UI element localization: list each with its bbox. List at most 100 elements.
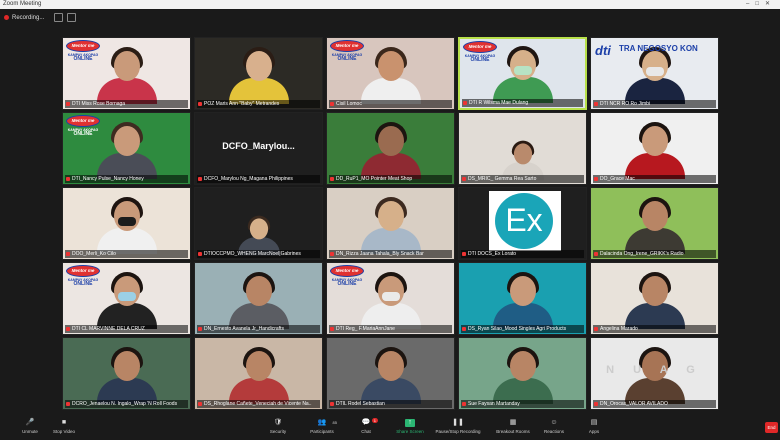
participant-name-text: DTI NCR RO Ro Jimbi — [600, 101, 651, 107]
participant-name-text: DN_Orocas_VALOR AVILADO — [600, 401, 668, 407]
participant-tile[interactable]: Ex DTI DOCS_Ex Lorato — [458, 187, 587, 260]
participant-name-text: DTIOCCPMO_WHENG MarcNoel|Gabrines — [204, 251, 301, 257]
apps-button[interactable]: ▤ Apps — [568, 418, 620, 439]
mentor-me-logo: Mentor me KAMPAY AKOPAG ONLINE — [330, 40, 364, 64]
muted-mic-icon — [66, 402, 70, 406]
participant-tile[interactable]: DD_RuP1_MO Pointer Meat Shop — [326, 112, 455, 185]
logo-brand: Mentor me — [66, 40, 100, 52]
participant-name-text: DTI Reg_ F.MariaAnnJane — [336, 326, 395, 332]
participant-tile[interactable]: Mentor me KAMPAY AKOPAG ONLINE DTI Miss Ros… — [62, 37, 191, 110]
close-icon[interactable]: ✕ — [765, 1, 776, 7]
logo-line2: ONLINE — [73, 281, 93, 287]
participant-name: DS_Ryan Silao_Mood Singles Agri Products — [461, 325, 584, 333]
stop-video-label: Stop Video — [53, 429, 75, 434]
share-screen-button[interactable]: ↑ Share Screen — [384, 418, 436, 439]
participant-video — [95, 116, 159, 184]
participant-name: Cisil Lomoc — [329, 100, 452, 108]
window-title: Zoom Meeting — [3, 1, 42, 7]
participant-video — [359, 191, 423, 259]
muted-mic-icon — [594, 102, 598, 106]
participant-tile[interactable]: Mentor me KAMPAY AKOPAG ONLINE DTI_Nancy Pu… — [62, 112, 191, 185]
participant-name-text: DTI_Nancy Pulse_Nancy Honey — [72, 176, 144, 182]
participant-video — [359, 116, 423, 184]
maximize-icon[interactable]: □ — [755, 1, 765, 7]
recording-label: Recording... — [12, 14, 45, 21]
logo-line2: ONLINE — [337, 56, 357, 62]
logo-brand: Mentor me — [66, 115, 100, 127]
participant-name: DTI CL MARVINNE DELA CRUZ — [65, 325, 188, 333]
participant-tile[interactable]: DN_Ernesto Avanela Jr_Handicrafts — [194, 262, 323, 335]
participant-video — [491, 40, 555, 108]
logo-brand: Mentor me — [330, 265, 364, 277]
logo-line2: ONLINE — [73, 131, 93, 137]
participant-tile[interactable]: DS_MRIC_ Gemma Rea Sarto — [458, 112, 587, 185]
participant-tile[interactable]: Dalacinda Ong_Irene_GRIKK's Radio — [590, 187, 719, 260]
stop-video-button[interactable]: ■ Stop Video — [38, 418, 90, 439]
background-banner-text: N U A G — [606, 364, 703, 376]
mentor-me-logo: Mentor me KAMPAY AKOPAG ONLINE — [66, 265, 100, 289]
recording-indicator[interactable]: Recording... — [4, 12, 44, 23]
participant-tile[interactable]: Angelina Marado — [590, 262, 719, 335]
muted-mic-icon — [462, 402, 466, 406]
participant-tile[interactable]: DTIL Rodel Sebastian — [326, 337, 455, 410]
participant-tile[interactable]: Mentor me KAMPAY AKOPAG ONLINE DTI CL MARVI… — [62, 262, 191, 335]
muted-mic-icon — [462, 177, 466, 181]
participant-name: Dalacinda Ong_Irene_GRIKK's Radio — [593, 250, 716, 258]
face-mask — [381, 292, 400, 301]
participant-name-text: DS_MRIC_ Gemma Rea Sarto — [468, 176, 537, 182]
ex-logo: Ex — [489, 191, 561, 251]
participant-name-text: DOO_Merli_Ko Cilo — [72, 251, 116, 257]
participant-name: DN_Ernesto Avanela Jr_Handicrafts — [197, 325, 320, 333]
participant-tile[interactable]: Mentor me KAMPAY AKOPAG ONLINE DTI Reg_ F.M… — [326, 262, 455, 335]
participant-tile[interactable]: DCFO_Marylou... DCFO_Marylou Ng_Magana Ph… — [194, 112, 323, 185]
logo-brand: Mentor me — [330, 40, 364, 52]
muted-mic-icon — [66, 252, 70, 256]
participant-tile[interactable]: dti TRA NEGOSYO KON DTI NCR RO Ro Jimbi — [590, 37, 719, 110]
participant-video — [95, 41, 159, 109]
participant-tile[interactable]: DS_Rhoglane Cañete_Veneciah de Vicente N… — [194, 337, 323, 410]
end-meeting-button[interactable]: End — [765, 422, 778, 433]
participant-tile[interactable]: DCRO_Jenaelou N. Ingalo_Wrap 'N Roll Foo… — [62, 337, 191, 410]
logo-line2: ONLINE — [337, 281, 357, 287]
participant-name: DTI_Nancy Pulse_Nancy Honey — [65, 175, 188, 183]
muted-mic-icon — [66, 327, 70, 331]
pause-recording-icon[interactable] — [54, 13, 63, 22]
participant-video — [95, 341, 159, 409]
participant-tile[interactable]: N U A G DN_Orocas_VALOR AVILADO — [590, 337, 719, 410]
participant-display-name: DCFO_Marylou... — [222, 141, 295, 151]
participant-name-text: DTI R Wilsma Mae Dulang — [469, 100, 529, 106]
participant-name-text: DS_Rhoglane Cañete_Veneciah de Vicente N… — [204, 401, 312, 407]
participant-tile[interactable]: DTIOCCPMO_WHENG MarcNoel|Gabrines — [194, 187, 323, 260]
muted-mic-icon — [330, 252, 334, 256]
participant-name: DCFO_Marylou Ng_Magana Philippines — [197, 175, 320, 183]
participant-name: DTIOCCPMO_WHENG MarcNoel|Gabrines — [197, 250, 320, 258]
participant-name: DO_Grace Mac — [593, 175, 716, 183]
logo-line2: ONLINE — [470, 57, 490, 63]
minimize-icon[interactable]: – — [746, 1, 755, 7]
muted-mic-icon — [463, 101, 467, 105]
mentor-me-logo: Mentor me KAMPAY AKOPAG ONLINE — [66, 115, 100, 139]
participant-tile[interactable]: Mentor me KAMPAY AKOPAG ONLINE Cisil Lomoc — [326, 37, 455, 110]
window-controls[interactable]: –□✕ — [746, 0, 776, 9]
participant-tile[interactable]: Sue Faysan Martanday — [458, 337, 587, 410]
participant-tile[interactable]: DS_Ryan Silao_Mood Singles Agri Products — [458, 262, 587, 335]
recording-button[interactable]: ❚❚ Pause/Stop Recording — [432, 418, 484, 439]
participant-name: DTI Reg_ F.MariaAnnJane — [329, 325, 452, 333]
stop-recording-icon[interactable] — [67, 13, 76, 22]
muted-mic-icon — [330, 402, 334, 406]
participant-name: Angelina Marado — [593, 325, 716, 333]
participant-name: DTI R Wilsma Mae Dulang — [462, 99, 583, 107]
participant-name: DS_Rhoglane Cañete_Veneciah de Vicente N… — [197, 400, 320, 408]
participant-tile[interactable]: DOO_Merli_Ko Cilo — [62, 187, 191, 260]
participant-video — [491, 266, 555, 334]
video-icon: ■ — [61, 419, 67, 426]
participant-name-text: DTI CL MARVINNE DELA CRUZ — [72, 326, 145, 332]
logo-line2: ONLINE — [73, 56, 93, 62]
muted-mic-icon — [462, 327, 466, 331]
participant-name: DTI Miss Rose Bornaga — [65, 100, 188, 108]
participant-tile[interactable]: Mentor me KAMPAY AKOPAG ONLINE DTI R Wilsma… — [458, 37, 587, 110]
participant-tile[interactable]: POZ Maris Ann "Baby" Metrandes — [194, 37, 323, 110]
participant-tile[interactable]: DN_Rizza Jaana Tahala_Bly Snack Bar — [326, 187, 455, 260]
muted-mic-icon — [198, 402, 202, 406]
participant-tile[interactable]: DO_Grace Mac — [590, 112, 719, 185]
